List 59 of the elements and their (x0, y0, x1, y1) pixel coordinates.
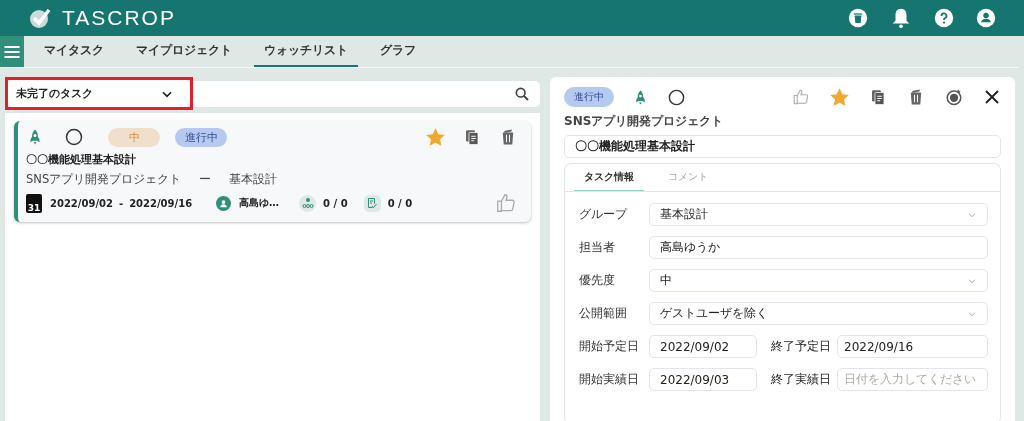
bell-icon[interactable] (890, 7, 912, 29)
date-separator: - (118, 197, 124, 209)
nav-tab[interactable]: マイプロジェクト (126, 36, 242, 67)
search-icon[interactable] (514, 85, 530, 102)
priority-badge: 中 (108, 127, 160, 147)
select-field[interactable]: 中 (649, 269, 988, 292)
field-label: 優先度 (579, 273, 616, 288)
task-card[interactable]: 中 進行中 〇〇機能処理基本設計 SNSアプリ開発プロジェクト ー 基本設計 31 2022/09/02 - 2022/09/16 高島ゆ… 0 / 0 0 / 0 (14, 121, 531, 222)
project-name: SNSアプリ開発プロジェクト (26, 172, 182, 187)
field-label: 開始実績日 (579, 372, 640, 387)
trash-icon[interactable] (848, 8, 868, 28)
menu-button[interactable] (0, 36, 24, 67)
date-field[interactable]: 2022/09/16 (837, 335, 988, 358)
date-field[interactable]: 2022/09/02 (649, 335, 757, 358)
app-logo: TASCROP (62, 6, 176, 30)
field-label: 終了予定日 (770, 339, 832, 354)
check-logo-icon[interactable] (28, 6, 52, 30)
thumbs-up-icon[interactable] (495, 192, 517, 214)
circle-icon[interactable] (667, 87, 686, 107)
timer-icon[interactable] (945, 88, 963, 106)
project-name: SNSアプリ開発プロジェクト (564, 113, 725, 130)
circle-icon[interactable] (64, 127, 84, 147)
field-label: 担当者 (579, 240, 616, 255)
checklist-count: 0 / 0 (387, 197, 413, 209)
subtask-icon (299, 194, 317, 212)
thumbs-up-icon[interactable] (792, 88, 810, 106)
filter-dropdown[interactable]: 未完了のタスク (8, 80, 190, 107)
field-label: 終了実績日 (770, 372, 832, 387)
separator-text: ー (199, 172, 212, 187)
task-title: 〇〇機能処理基本設計 (26, 152, 137, 167)
end-date: 2022/09/16 (129, 197, 193, 209)
detail-tab[interactable]: タスク情報 (574, 164, 644, 191)
calendar-icon: 31 (26, 193, 42, 213)
nav-tab[interactable]: マイタスク (34, 36, 114, 67)
field-label: 公開範囲 (579, 306, 628, 321)
date-field[interactable]: 2022/09/03 (649, 368, 757, 391)
group-name: 基本設計 (229, 172, 278, 187)
close-icon[interactable] (983, 88, 1001, 106)
help-icon[interactable] (934, 8, 954, 28)
status-badge: 進行中 (175, 127, 227, 147)
assignee-name: 高島ゆ… (239, 196, 280, 210)
checklist-icon (363, 194, 381, 212)
title-field[interactable]: 〇〇機能処理基本設計 (564, 135, 1001, 158)
select-field[interactable]: 基本設計 (649, 203, 988, 226)
field-label: グループ (579, 207, 629, 222)
star-icon[interactable] (426, 127, 445, 147)
star-icon[interactable] (830, 87, 849, 107)
select-field[interactable]: ゲストユーザを除く (649, 302, 988, 325)
nav-tab[interactable]: グラフ (370, 36, 426, 67)
subtask-count: 0 / 0 (323, 197, 348, 209)
user-icon[interactable] (976, 8, 996, 28)
nav-tab[interactable]: ウォッチリスト (254, 36, 358, 67)
start-date: 2022/09/02 (50, 197, 113, 209)
field-label: 開始予定日 (579, 339, 640, 354)
copy-icon[interactable] (869, 88, 887, 106)
status-badge: 進行中 (564, 87, 614, 107)
input-field[interactable]: 高島ゆうか (649, 236, 988, 259)
copy-icon[interactable] (463, 127, 481, 146)
user-icon (216, 195, 232, 211)
